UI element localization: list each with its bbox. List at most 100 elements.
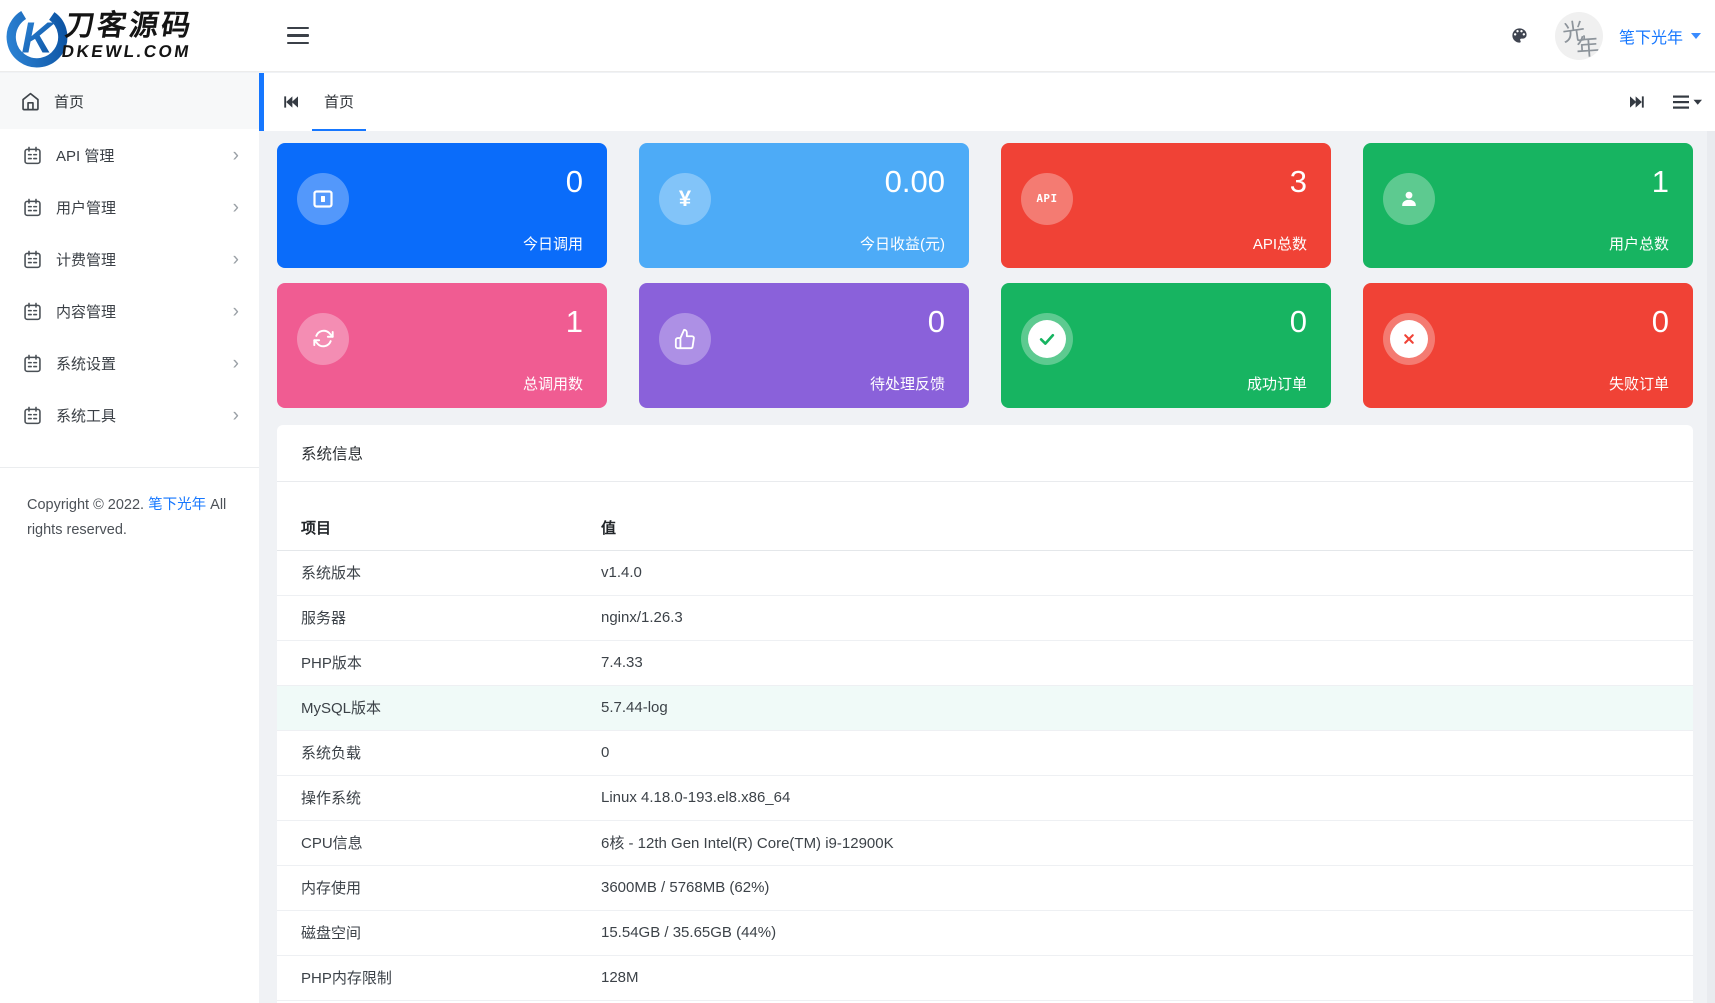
home-icon <box>20 91 41 112</box>
table-row: 操作系统 Linux 4.18.0-193.el8.x86_64 <box>277 775 1693 820</box>
tabstrip: 首页 <box>259 73 1715 131</box>
copyright: Copyright © 2022. 笔下光年 All rights reserv… <box>0 468 259 543</box>
x-circle-icon <box>1383 313 1435 365</box>
sidebar-item-billing-management[interactable]: 计费管理 › <box>0 233 259 285</box>
row-value: nginx/1.26.3 <box>577 595 1693 640</box>
row-value: v1.4.0 <box>577 550 1693 595</box>
copyright-link[interactable]: 笔下光年 <box>148 497 206 513</box>
stat-label: 今日收益(元) <box>860 233 945 254</box>
stat-label: 待处理反馈 <box>870 373 945 394</box>
row-label: 系统负载 <box>277 730 577 775</box>
stat-cards: 0 今日调用 ¥ 0.00 今日收益(元) API 3 API总数 1 用户总数 <box>277 143 1693 408</box>
api-icon: API <box>1021 173 1073 225</box>
stat-card-success-orders: 0 成功订单 <box>1001 283 1331 408</box>
sidebar-item-label: 内容管理 <box>56 301 116 322</box>
user-menu[interactable]: 笔下光年 <box>1619 24 1701 48</box>
row-value: 0 <box>577 730 1693 775</box>
stat-label: 总调用数 <box>523 373 583 394</box>
sidebar-item-label: 计费管理 <box>56 249 116 270</box>
stat-label: 今日调用 <box>523 233 583 254</box>
stat-label: 成功订单 <box>1247 373 1307 394</box>
calendar-icon <box>22 145 43 166</box>
sidebar-item-label: 系统设置 <box>56 353 116 374</box>
bracket-card-icon <box>297 173 349 225</box>
stat-value: 0 <box>1247 303 1307 342</box>
skip-forward-icon[interactable] <box>1630 95 1645 109</box>
topbar: K 刀客源码 DKEWL.COM 光 年 笔下光年 <box>0 0 1715 72</box>
scrollbar[interactable] <box>1707 131 1715 1003</box>
sidebar-item-content-management[interactable]: 内容管理 › <box>0 285 259 337</box>
table-row: PHP版本 7.4.33 <box>277 640 1693 685</box>
calendar-icon <box>22 249 43 270</box>
tabstrip-accent-bar <box>259 73 264 131</box>
stat-card-user-total: 1 用户总数 <box>1363 143 1693 268</box>
row-label: 系统版本 <box>277 550 577 595</box>
skip-back-icon[interactable] <box>283 95 298 109</box>
sidebar-item-system-settings[interactable]: 系统设置 › <box>0 337 259 389</box>
stat-card-today-calls: 0 今日调用 <box>277 143 607 268</box>
row-value: 3600MB / 5768MB (62%) <box>577 865 1693 910</box>
stat-label: API总数 <box>1253 233 1307 254</box>
stat-card-today-revenue: ¥ 0.00 今日收益(元) <box>639 143 969 268</box>
sidebar-item-label: 首页 <box>54 91 84 112</box>
row-label: 操作系统 <box>277 775 577 820</box>
palette-icon[interactable] <box>1510 26 1529 45</box>
tab-menu-icon[interactable] <box>1673 94 1703 110</box>
row-label: PHP版本 <box>277 640 577 685</box>
stat-value: 0 <box>870 303 945 342</box>
calendar-icon <box>22 353 43 374</box>
sidebar-item-home[interactable]: 首页 <box>0 73 259 129</box>
chevron-right-icon: › <box>233 302 239 321</box>
topbar-right: 光 年 笔下光年 <box>1510 12 1715 60</box>
stat-label: 失败订单 <box>1609 373 1669 394</box>
chevron-right-icon: › <box>233 250 239 269</box>
page-content: 0 今日调用 ¥ 0.00 今日收益(元) API 3 API总数 1 用户总数 <box>259 131 1715 1003</box>
stat-card-total-calls: 1 总调用数 <box>277 283 607 408</box>
main-area: 首页 0 今日调用 ¥ 0.00 今日收益(元) <box>259 73 1715 1003</box>
table-row: MySQL版本 5.7.44-log <box>277 685 1693 730</box>
stat-value: 3 <box>1253 163 1307 202</box>
tab-home[interactable]: 首页 <box>312 73 366 131</box>
row-value: 6核 - 12th Gen Intel(R) Core(TM) i9-12900… <box>577 820 1693 865</box>
chevron-right-icon: › <box>233 198 239 217</box>
table-row: 内存使用 3600MB / 5768MB (62%) <box>277 865 1693 910</box>
row-value: 128M <box>577 955 1693 1000</box>
stat-value: 1 <box>1609 163 1669 202</box>
row-label: MySQL版本 <box>277 685 577 730</box>
sidebar-item-user-management[interactable]: 用户管理 › <box>0 181 259 233</box>
row-label: 磁盘空间 <box>277 910 577 955</box>
calendar-icon <box>22 301 43 322</box>
table-row: 系统版本 v1.4.0 <box>277 550 1693 595</box>
sidebar: 首页 API 管理 › 用户管理 › 计费管理 › 内容管理 › 系统设置 › <box>0 73 259 1003</box>
logo-title: 刀客源码 <box>63 11 197 42</box>
check-circle-icon <box>1021 313 1073 365</box>
table-row: CPU信息 6核 - 12th Gen Intel(R) Core(TM) i9… <box>277 820 1693 865</box>
svg-text:K: K <box>22 14 56 62</box>
panel-title: 系统信息 <box>277 425 1693 482</box>
stat-value: 0.00 <box>860 163 945 202</box>
row-label: 服务器 <box>277 595 577 640</box>
sidebar-item-api-management[interactable]: API 管理 › <box>0 129 259 181</box>
column-header: 值 <box>577 505 1693 550</box>
chevron-right-icon: › <box>233 354 239 373</box>
calendar-icon <box>22 405 43 426</box>
stat-value: 0 <box>1609 303 1669 342</box>
chevron-right-icon: › <box>233 146 239 165</box>
system-info-panel: 系统信息 项目值 系统版本 v1.4.0 服务器 nginx/1.26.3 PH… <box>277 425 1693 1003</box>
avatar[interactable]: 光 年 <box>1555 12 1603 60</box>
user-icon <box>1383 173 1435 225</box>
sidebar-item-label: 系统工具 <box>56 405 116 426</box>
app-logo: K 刀客源码 DKEWL.COM <box>0 0 259 72</box>
yen-icon: ¥ <box>659 173 711 225</box>
calendar-icon <box>22 197 43 218</box>
stat-card-pending-feedback: 0 待处理反馈 <box>639 283 969 408</box>
logo-domain: DKEWL.COM <box>60 42 192 61</box>
row-value: Linux 4.18.0-193.el8.x86_64 <box>577 775 1693 820</box>
sidebar-item-label: 用户管理 <box>56 197 116 218</box>
stat-value: 1 <box>523 303 583 342</box>
row-value: 5.7.44-log <box>577 685 1693 730</box>
stat-card-api-total: API 3 API总数 <box>1001 143 1331 268</box>
hamburger-icon[interactable] <box>287 27 309 45</box>
sidebar-item-system-tools[interactable]: 系统工具 › <box>0 389 259 441</box>
system-info-table: 项目值 系统版本 v1.4.0 服务器 nginx/1.26.3 PHP版本 7… <box>277 505 1693 1001</box>
